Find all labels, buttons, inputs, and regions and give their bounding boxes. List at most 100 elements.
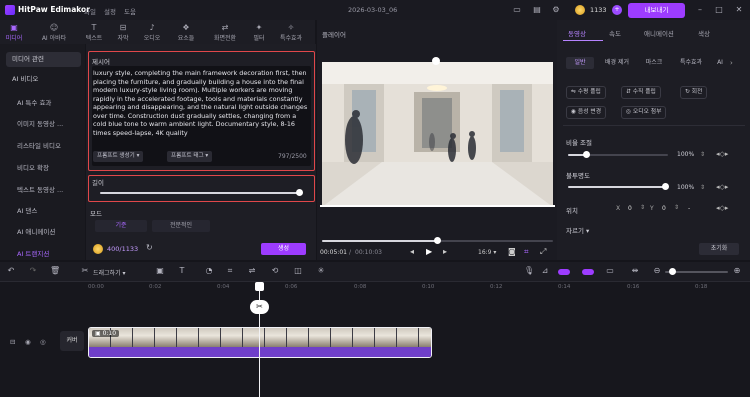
flip-vertical-button[interactable]: ⇵ 수직 플립 [621,86,661,99]
tab-elements[interactable]: ❖ 요소들 [172,22,200,42]
tab-audio[interactable]: ♪ 오디오 [140,22,164,42]
pos-y-input[interactable]: 0 [662,205,666,212]
split-scissors-icon[interactable]: ✂ [250,300,269,314]
sidebar-cat-ai-video[interactable]: AI 비디오 [6,72,81,87]
tab-effects[interactable]: ✧ 특수효과 [273,22,309,42]
mirror-icon[interactable]: ⇌ [247,266,257,276]
aspect-ratio[interactable]: 16:9 ▾ [478,249,496,256]
settings-icon[interactable]: ⚙ [551,5,561,15]
pro-icon[interactable]: + [612,5,622,15]
video-clip[interactable]: ▣ 0:10 [88,327,432,358]
fullscreen-icon[interactable]: ⤢ [540,247,546,257]
voice-change-button[interactable]: ◉ 음성 변경 [566,106,607,119]
sidebar-item[interactable]: 이미지 동영상 ... [17,118,63,128]
prompt-generator-button[interactable]: 프롬프트 생성기 ▾ [93,151,144,162]
play-icon[interactable]: ▶ [426,247,432,256]
layout-icon[interactable]: ▤ [532,5,542,15]
tab-color[interactable]: 색상 [698,28,710,38]
frame-icon[interactable]: ◫ [293,266,303,276]
zoom-in-icon[interactable]: ⊕ [732,266,742,276]
generate-button[interactable]: 생성 [261,243,306,255]
maximize-icon[interactable]: □ [714,5,724,15]
sidebar-item[interactable]: 리스타일 비디오 [17,140,61,150]
opacity-handle[interactable] [662,183,669,190]
pos-x-input[interactable]: 0 [628,205,632,212]
tab-ai-avatar[interactable]: ☺ AI 아바타 [32,22,76,42]
reverse-icon[interactable]: ⟲ [270,266,280,276]
stepper-icon[interactable]: ⇕ [700,151,705,158]
menu-settings[interactable]: 설정 [104,6,116,16]
freeze-icon[interactable]: ▣ [155,266,165,276]
crop-tool-icon[interactable]: ⌗ [225,266,235,276]
tab-filter[interactable]: ✦ 필터 [247,22,271,42]
text-insert-icon[interactable]: T [177,266,187,276]
tab-subtitle[interactable]: ⊟ 자막 [111,22,135,42]
redo-icon[interactable]: ↷ [28,266,38,276]
sidebar-cat-media[interactable]: 미디어 관련 [6,52,81,67]
crop-icon[interactable]: ⌗ [524,247,529,257]
reset-button[interactable]: 초기화 [699,243,739,255]
monitor-icon[interactable]: ▭ [512,5,522,15]
track-eye-icon[interactable]: ◉ [25,338,31,346]
undo-icon[interactable]: ↶ [6,266,16,276]
tab-speed[interactable]: 속도 [609,28,621,38]
mode-standard[interactable]: 기준 [95,220,147,232]
track-audio-icon[interactable]: ◎ [40,338,46,346]
fit-icon[interactable]: ⇹ [630,266,640,276]
subtab-mask[interactable]: 마스크 [640,57,668,69]
next-frame-icon[interactable]: ▸ [443,247,447,256]
keyframe-icon[interactable]: ◂◇▸ [716,183,728,191]
zoom-out-icon[interactable]: ⊖ [652,266,662,276]
playhead-handle[interactable] [255,282,264,291]
snapshot-icon[interactable]: ◙ [508,247,516,256]
stepper-icon[interactable]: ⇕ [700,184,705,191]
scale-value[interactable]: 100% [677,151,694,158]
close-icon[interactable]: ✕ [734,5,744,15]
sidebar-item[interactable]: AI 특수 효과 [17,97,51,107]
tab-transition[interactable]: ⇄ 화면전환 [205,22,245,42]
stepper-icon[interactable]: ⇕ [674,204,679,211]
track-lock-icon[interactable]: ⊟ [10,338,15,346]
tab-animation[interactable]: 애니메이션 [644,28,674,38]
delete-icon[interactable]: 🗑 [50,266,60,276]
scale-handle[interactable] [583,151,590,158]
length-slider-handle[interactable] [296,189,303,196]
prev-frame-icon[interactable]: ◂ [410,247,414,256]
sidebar-item[interactable]: 텍스트 동영상 ... [17,184,63,194]
mode-professional[interactable]: 전문적인 [152,220,210,232]
track-icon[interactable]: ▭ [605,266,615,276]
subtab-effects[interactable]: 특수효과 [674,57,708,69]
subtab-bg-remove[interactable]: 배경 제거 [598,57,636,69]
playback-handle[interactable] [434,237,441,244]
subtab-general[interactable]: 일반 [566,57,594,69]
sidebar-item[interactable]: AI 댄스 [17,205,37,215]
sidebar-item-ai-transition[interactable]: AI 트랜지션 [17,248,49,258]
keyframe-icon[interactable]: ◂◇▸ [716,204,728,212]
subtab-ai[interactable]: AI [714,57,726,69]
microphone-icon[interactable]: 🎙 [524,266,534,276]
tab-media[interactable]: ▣ 미디어 [2,22,26,42]
length-slider[interactable] [100,192,300,194]
magnet-toggle[interactable] [582,269,594,275]
split-dropdown[interactable]: 드래그하기 ▾ [93,268,126,277]
split-icon[interactable]: ✂ [80,266,90,276]
opacity-value[interactable]: 100% [677,184,694,191]
keyframe-icon[interactable]: ◂◇▸ [716,150,728,158]
refresh-icon[interactable]: ↻ [146,243,153,252]
cover-button[interactable]: 커버 [60,331,84,351]
stepper-icon[interactable]: ⇕ [640,204,645,211]
opacity-slider[interactable] [568,186,666,188]
sidebar-item[interactable]: 비디오 확장 [17,162,49,172]
rotate-button[interactable]: ↻ 회전 [680,86,708,99]
minimize-icon[interactable]: – [695,5,705,15]
freeze-frame-icon[interactable]: ✳ [316,266,326,276]
link-toggle[interactable] [558,269,570,275]
flip-horizontal-button[interactable]: ⇋ 수평 플립 [566,86,606,99]
zoom-handle[interactable] [669,268,676,275]
crop-section[interactable]: 자르기 ▾ [566,225,589,235]
snap-icon[interactable]: ⊿ [540,266,550,276]
attach-audio-button[interactable]: ◎ 오디오 첨부 [621,106,667,119]
video-frame[interactable] [322,62,553,207]
rotate-handle[interactable] [432,57,440,65]
speed-icon[interactable]: ◔ [204,266,214,276]
